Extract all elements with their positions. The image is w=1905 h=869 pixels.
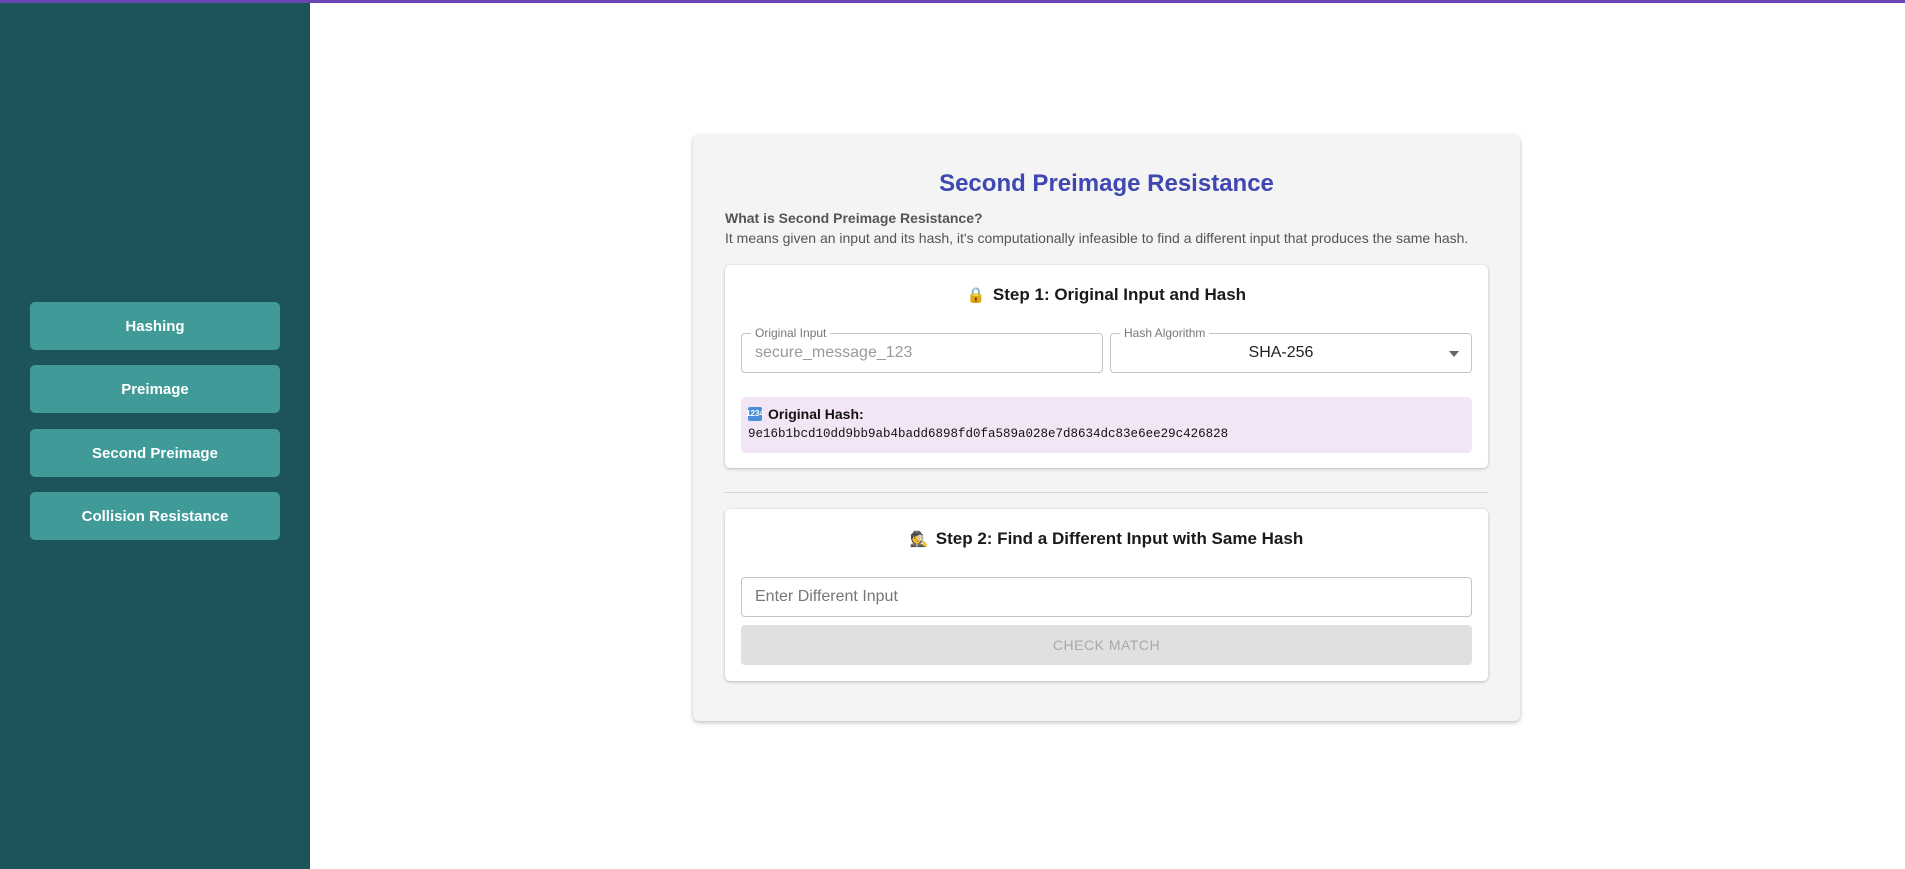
nav-collision-resistance-button[interactable]: Collision Resistance — [30, 492, 280, 540]
main-card: Second Preimage Resistance What is Secon… — [693, 135, 1520, 721]
original-hash-label: Original Hash: — [768, 406, 864, 422]
hash-algorithm-value: SHA-256 — [1248, 344, 1314, 361]
original-hash-label-row: 1234 Original Hash: — [746, 406, 864, 422]
lock-icon: 🔒 — [966, 287, 986, 304]
step1-heading-text: Step 1: Original Input and Hash — [992, 285, 1247, 304]
hash-algorithm-label: Hash Algorithm — [1120, 326, 1210, 340]
step2-heading: 🕵 Step 2: Find a Different Input with Sa… — [725, 529, 1488, 549]
original-hash-box: 1234 Original Hash: 9e16b1bcd10dd9bb9ab4… — [741, 397, 1472, 453]
chevron-down-icon[interactable] — [1449, 351, 1459, 357]
top-accent-bar — [0, 0, 1905, 3]
page-title: Second Preimage Resistance — [939, 170, 1274, 197]
numbers-icon: 1234 — [746, 407, 764, 421]
section-divider — [725, 492, 1488, 493]
step1-panel: 🔒 Step 1: Original Input and Hash Origin… — [725, 265, 1488, 468]
original-input-value: secure_message_123 — [755, 344, 913, 361]
nav-hashing-button[interactable]: Hashing — [30, 302, 280, 350]
original-input-label: Original Input — [751, 326, 831, 340]
different-input-field[interactable] — [741, 577, 1472, 617]
step2-heading-text: Step 2: Find a Different Input with Same… — [935, 529, 1304, 548]
sidebar: Hashing Preimage Second Preimage Collisi… — [0, 0, 310, 869]
different-input[interactable] — [742, 578, 1471, 616]
hash-algorithm-select[interactable]: Hash Algorithm SHA-256 — [1110, 326, 1472, 373]
explanation-text: It means given an input and its hash, it… — [725, 230, 1469, 246]
explanation-heading: What is Second Preimage Resistance? — [725, 210, 983, 226]
original-hash-value: 9e16b1bcd10dd9bb9ab4badd6898fd0fa589a028… — [748, 427, 1229, 441]
step1-heading: 🔒 Step 1: Original Input and Hash — [725, 285, 1488, 305]
check-match-button[interactable]: CHECK MATCH — [741, 625, 1472, 665]
detective-icon: 🕵 — [909, 531, 929, 548]
nav-second-preimage-button[interactable]: Second Preimage — [30, 429, 280, 477]
original-input-field[interactable]: Original Input secure_message_123 — [741, 326, 1103, 373]
step2-panel: 🕵 Step 2: Find a Different Input with Sa… — [725, 509, 1488, 681]
nav-preimage-button[interactable]: Preimage — [30, 365, 280, 413]
